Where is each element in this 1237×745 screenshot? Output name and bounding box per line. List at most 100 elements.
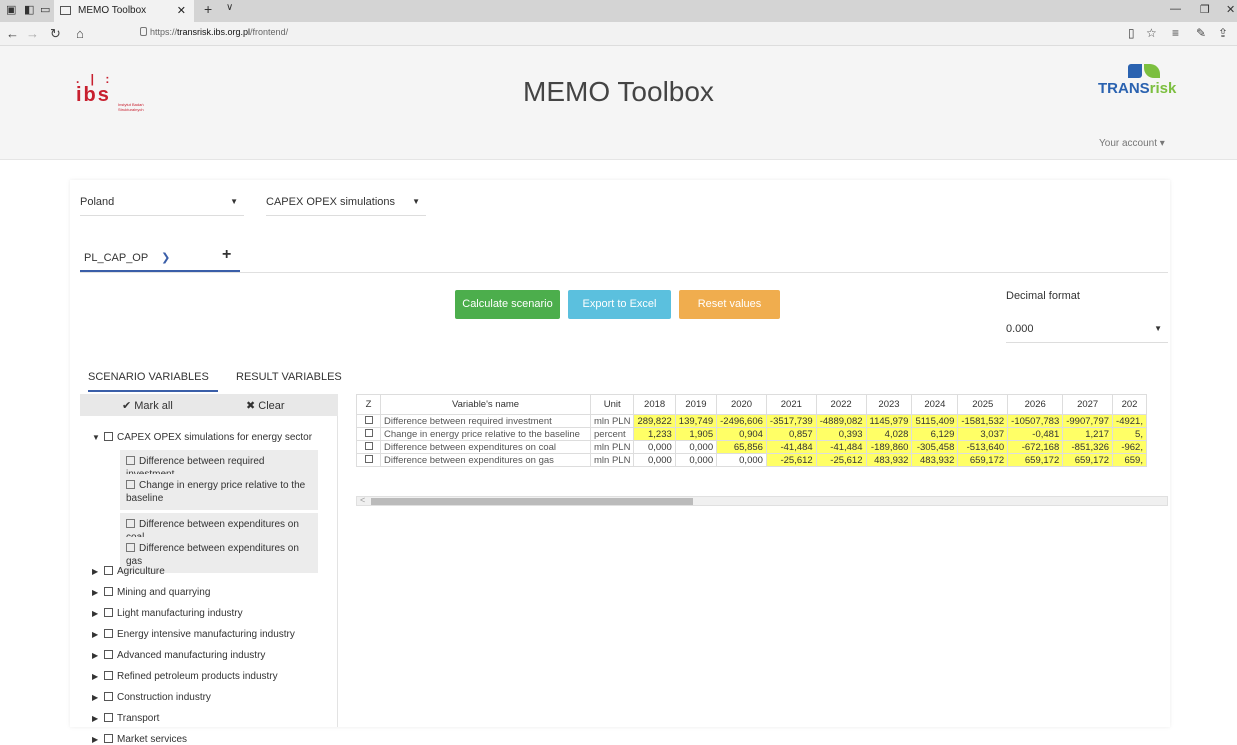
column-header[interactable]: 2023 [865,394,913,415]
expand-down-icon[interactable]: ▼ [92,433,104,442]
notes-pen-icon[interactable]: ✎ [1196,26,1206,40]
tree-sector-item[interactable]: ▶ Mining and quarrying [92,587,210,598]
tree-sector-item[interactable]: ▶ Refined petroleum products industry [92,671,278,682]
value-cell[interactable]: -189,860 [865,440,913,454]
column-header[interactable]: 2026 [1007,394,1064,415]
reading-view-icon[interactable]: ▯ [1128,26,1135,40]
value-cell[interactable]: -10507,783 [1007,414,1064,428]
checkbox[interactable] [364,454,373,463]
value-cell[interactable]: -3517,739 [765,414,817,428]
expand-right-icon[interactable]: ▶ [92,651,104,660]
browser-tab[interactable]: MEMO Toolbox ✕ [54,0,194,22]
favorites-list-icon[interactable]: ≡ [1172,26,1179,40]
column-header[interactable]: 2019 [674,394,718,415]
value-cell[interactable]: 0,857 [765,427,817,441]
expand-right-icon[interactable]: ▶ [92,714,104,723]
value-cell[interactable]: 483,932 [865,453,913,467]
value-cell[interactable]: 0,000 [674,453,718,467]
value-cell[interactable]: 659,172 [1062,453,1114,467]
expand-right-icon[interactable]: ▶ [92,588,104,597]
value-cell[interactable]: 3,037 [957,427,1009,441]
value-cell[interactable]: -41,484 [815,440,867,454]
tab-result-variables[interactable]: RESULT VARIABLES [236,362,342,392]
column-header[interactable]: 2021 [765,394,817,415]
value-cell[interactable]: -25,612 [815,453,867,467]
share-icon[interactable]: ⇪ [1218,26,1228,40]
value-cell[interactable]: -305,458 [911,440,959,454]
checkbox[interactable] [104,713,113,722]
reset-values-button[interactable]: Reset values [679,290,780,319]
value-cell[interactable]: 0,393 [815,427,867,441]
chevron-down-icon[interactable]: ∨ [226,2,233,13]
tab-scenario-variables[interactable]: SCENARIO VARIABLES [88,362,218,392]
value-cell[interactable]: 5115,409 [911,414,959,428]
account-menu[interactable]: Your account ▾ [1099,138,1165,149]
tree-sector-item[interactable]: ▶ Transport [92,713,159,724]
column-header[interactable]: 2020 [716,394,767,415]
expand-right-icon[interactable]: ▶ [92,672,104,681]
export-excel-button[interactable]: Export to Excel [568,290,671,319]
clear-button[interactable]: ✖ Clear [246,399,285,412]
value-cell[interactable]: 659,172 [957,453,1009,467]
checkbox[interactable] [104,692,113,701]
value-cell[interactable]: -4921, [1112,414,1147,428]
value-cell[interactable]: 4,028 [865,427,913,441]
back-icon[interactable]: ← [6,26,19,41]
tab-preview-icon[interactable]: ◧ [24,3,34,16]
column-header[interactable]: Variable's name [380,394,591,415]
value-cell[interactable]: 483,932 [911,453,959,467]
tree-sector-item[interactable]: ▶ Market services [92,734,187,745]
value-cell[interactable]: 0,000 [633,453,676,467]
tree-sector-item[interactable]: ▶ Energy intensive manufacturing industry [92,629,295,640]
checkbox[interactable] [104,650,113,659]
scroll-left-icon[interactable]: < [360,495,365,505]
tree-child-item[interactable]: Change in energy price relative to the b… [120,474,318,510]
calculate-scenario-button[interactable]: Calculate scenario [455,290,560,319]
home-icon[interactable]: ⌂ [76,26,84,41]
value-cell[interactable]: 65,856 [716,440,767,454]
value-cell[interactable]: 139,749 [674,414,718,428]
restore-icon[interactable]: ❐ [1200,3,1210,16]
mark-all-button[interactable]: ✔ Mark all [122,399,173,412]
checkbox[interactable] [364,428,373,437]
transrisk-logo[interactable]: TRANSrisk [1098,64,1178,104]
value-cell[interactable]: 0,000 [633,440,676,454]
tree-sector-item[interactable]: ▶ Light manufacturing industry [92,608,243,619]
checkbox-checked[interactable] [126,456,135,465]
value-cell[interactable]: -2496,606 [716,414,767,428]
value-cell[interactable]: 0,000 [674,440,718,454]
expand-right-icon[interactable]: ▶ [92,630,104,639]
scenario-tab[interactable]: PL_CAP_OP ❯ [80,244,240,272]
refresh-icon[interactable]: ↻ [50,26,61,42]
checkbox[interactable] [104,629,113,638]
value-cell[interactable]: -672,168 [1007,440,1064,454]
horizontal-scrollbar[interactable]: < [356,495,1168,506]
country-select[interactable]: Poland ▼ [80,188,244,216]
decimal-format-select[interactable]: 0.000 ▼ [1006,315,1168,343]
new-tab-icon[interactable]: + [204,1,212,17]
checkbox-checked[interactable] [126,543,135,552]
scrollbar-thumb[interactable] [371,498,693,505]
column-header[interactable]: 2018 [633,394,676,415]
value-cell[interactable]: -1581,532 [957,414,1009,428]
tab-actions-icon[interactable]: ▣ [6,3,16,16]
tree-sector-item[interactable]: ▶ Advanced manufacturing industry [92,650,265,661]
minimize-icon[interactable]: — [1170,3,1181,15]
tree-sector-item[interactable]: ▶ Agriculture [92,566,165,577]
expand-right-icon[interactable]: ▶ [92,609,104,618]
column-header[interactable]: 2022 [815,394,867,415]
value-cell[interactable]: -9907,797 [1062,414,1114,428]
checkbox[interactable] [104,566,113,575]
value-cell[interactable]: 1,233 [633,427,676,441]
value-cell[interactable]: -25,612 [765,453,817,467]
favorite-star-icon[interactable]: ☆ [1146,26,1157,40]
checkbox[interactable] [364,415,373,424]
checkbox[interactable] [104,734,113,743]
value-cell[interactable]: 289,822 [633,414,676,428]
value-cell[interactable]: 1,217 [1062,427,1114,441]
value-cell[interactable]: -4889,082 [815,414,867,428]
checkbox[interactable] [104,587,113,596]
row-select-cell[interactable] [356,453,381,467]
value-cell[interactable]: 0,000 [716,453,767,467]
value-cell[interactable]: 0,904 [716,427,767,441]
